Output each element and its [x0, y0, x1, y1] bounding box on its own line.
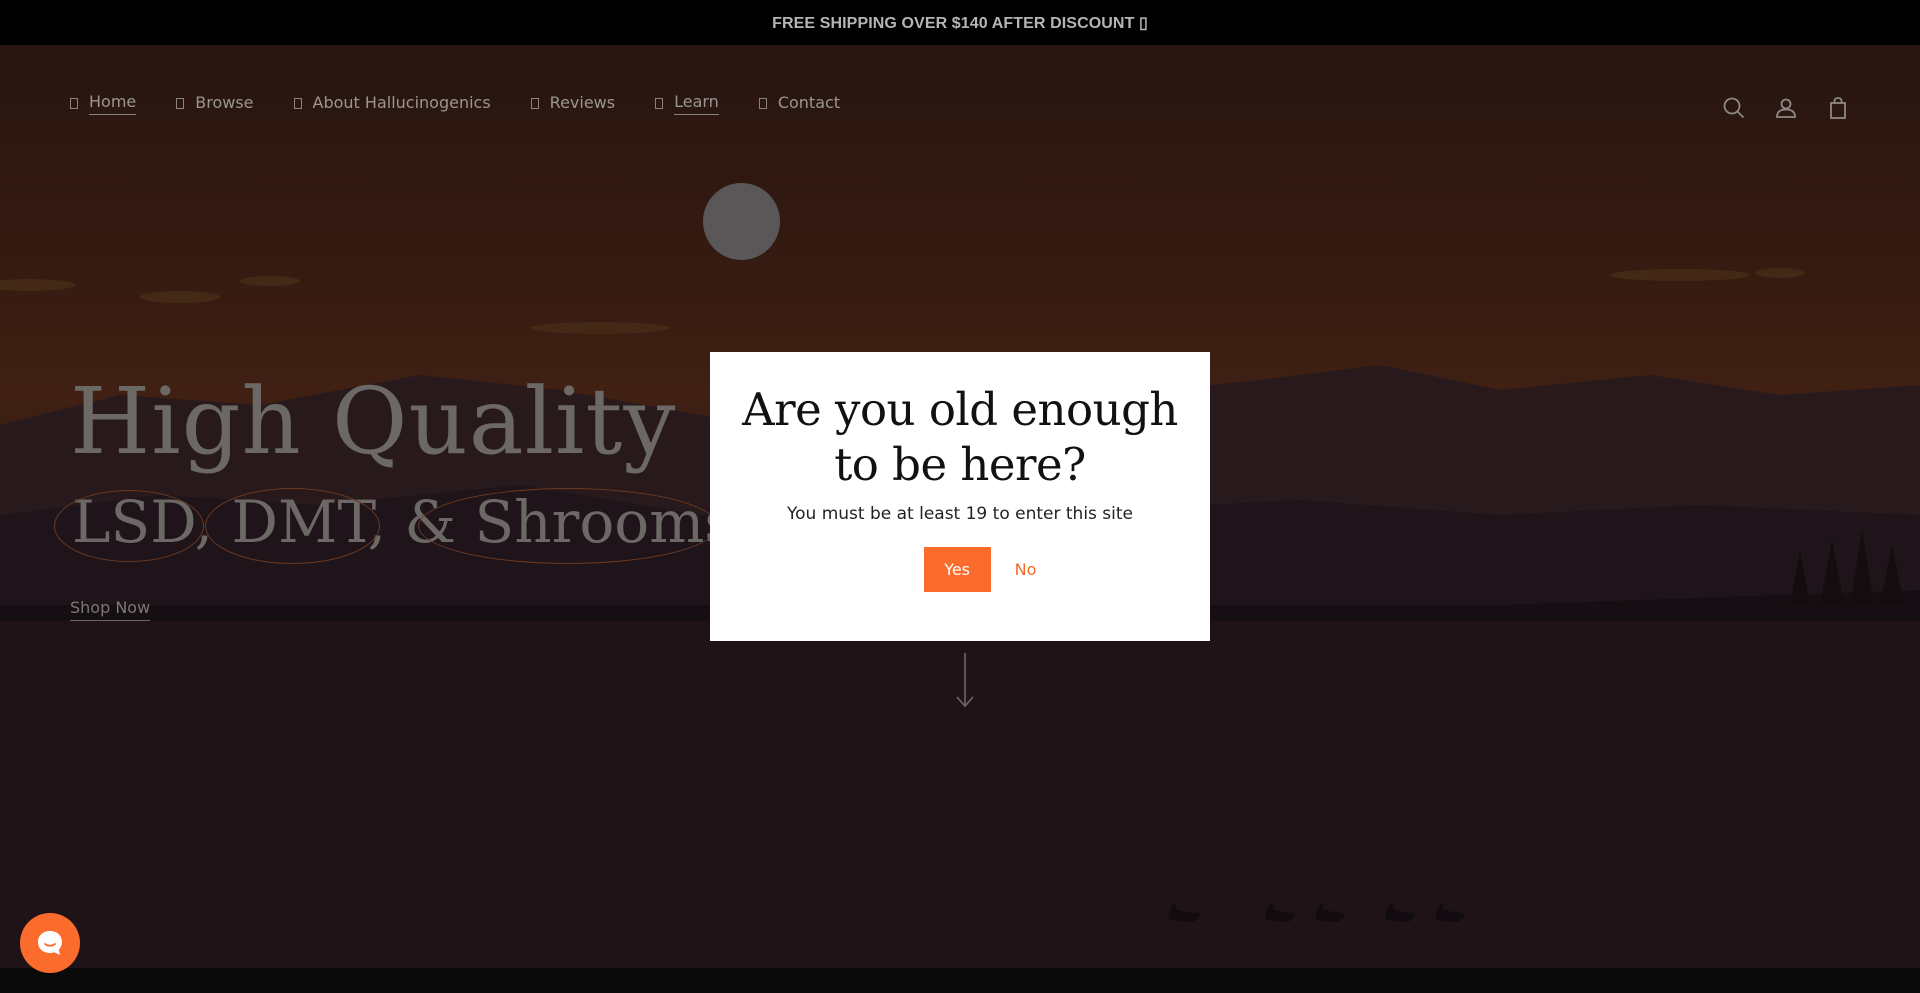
- account-icon[interactable]: [1772, 94, 1800, 122]
- shop-now-link[interactable]: Shop Now: [70, 598, 151, 621]
- nav-glyph-icon: [758, 98, 767, 109]
- nav-item-learn[interactable]: Learn: [655, 92, 719, 115]
- nav-item-reviews[interactable]: Reviews: [530, 92, 616, 115]
- nav-glyph-icon: [70, 98, 78, 109]
- modal-heading-line2: to be here?: [834, 438, 1086, 491]
- modal-actions: Yes No: [710, 547, 1210, 592]
- nav-glyph-icon: [655, 98, 664, 109]
- yes-button[interactable]: Yes: [923, 547, 991, 592]
- page-bottom-strip: [0, 968, 1920, 993]
- header-actions: [1696, 94, 1852, 122]
- cart-icon[interactable]: [1824, 94, 1852, 122]
- nav-glyph-icon: [176, 98, 185, 109]
- modal-heading: Are you old enough to be here?: [710, 382, 1210, 492]
- nav-item-label: Reviews: [549, 92, 616, 112]
- nav-item-contact[interactable]: Contact: [758, 92, 841, 115]
- announcement-bar: FREE SHIPPING OVER $140 AFTER DISCOUNT ▯: [0, 0, 1920, 45]
- nav-item-label: About Hallucinogenics: [312, 92, 491, 112]
- nav-item-browse[interactable]: Browse: [176, 92, 254, 115]
- nav-item-about-hallucinogenics[interactable]: About Hallucinogenics: [293, 92, 491, 115]
- modal-message: You must be at least 19 to enter this si…: [786, 504, 1134, 524]
- highlight-ring: [54, 490, 204, 562]
- nav-item-label: Learn: [674, 92, 719, 115]
- nav-item-label: Contact: [777, 92, 841, 112]
- search-icon[interactable]: [1720, 94, 1748, 122]
- nav-item-label: Browse: [195, 92, 254, 112]
- chat-bubble-icon[interactable]: [20, 913, 80, 973]
- modal-heading-line1: Are you old enough: [742, 383, 1178, 436]
- age-verification-modal: Are you old enough to be here? You must …: [710, 352, 1210, 641]
- swans-graphic: [1160, 895, 1480, 929]
- highlight-ring: [418, 488, 718, 564]
- hero-title: High Quality: [70, 368, 677, 475]
- nav-glyph-icon: [293, 98, 302, 109]
- announcement-text: FREE SHIPPING OVER $140 AFTER DISCOUNT ▯: [772, 14, 1148, 32]
- highlight-ring: [205, 488, 380, 564]
- nav-item-label: Home: [89, 92, 137, 115]
- moon-graphic: [703, 183, 780, 260]
- no-button[interactable]: No: [1015, 560, 1037, 579]
- nav-item-home[interactable]: Home: [70, 92, 137, 115]
- arrow-down-icon[interactable]: [955, 653, 975, 713]
- nav-glyph-icon: [530, 98, 539, 109]
- main-nav: Home Browse About Hallucinogenics Review…: [70, 92, 880, 115]
